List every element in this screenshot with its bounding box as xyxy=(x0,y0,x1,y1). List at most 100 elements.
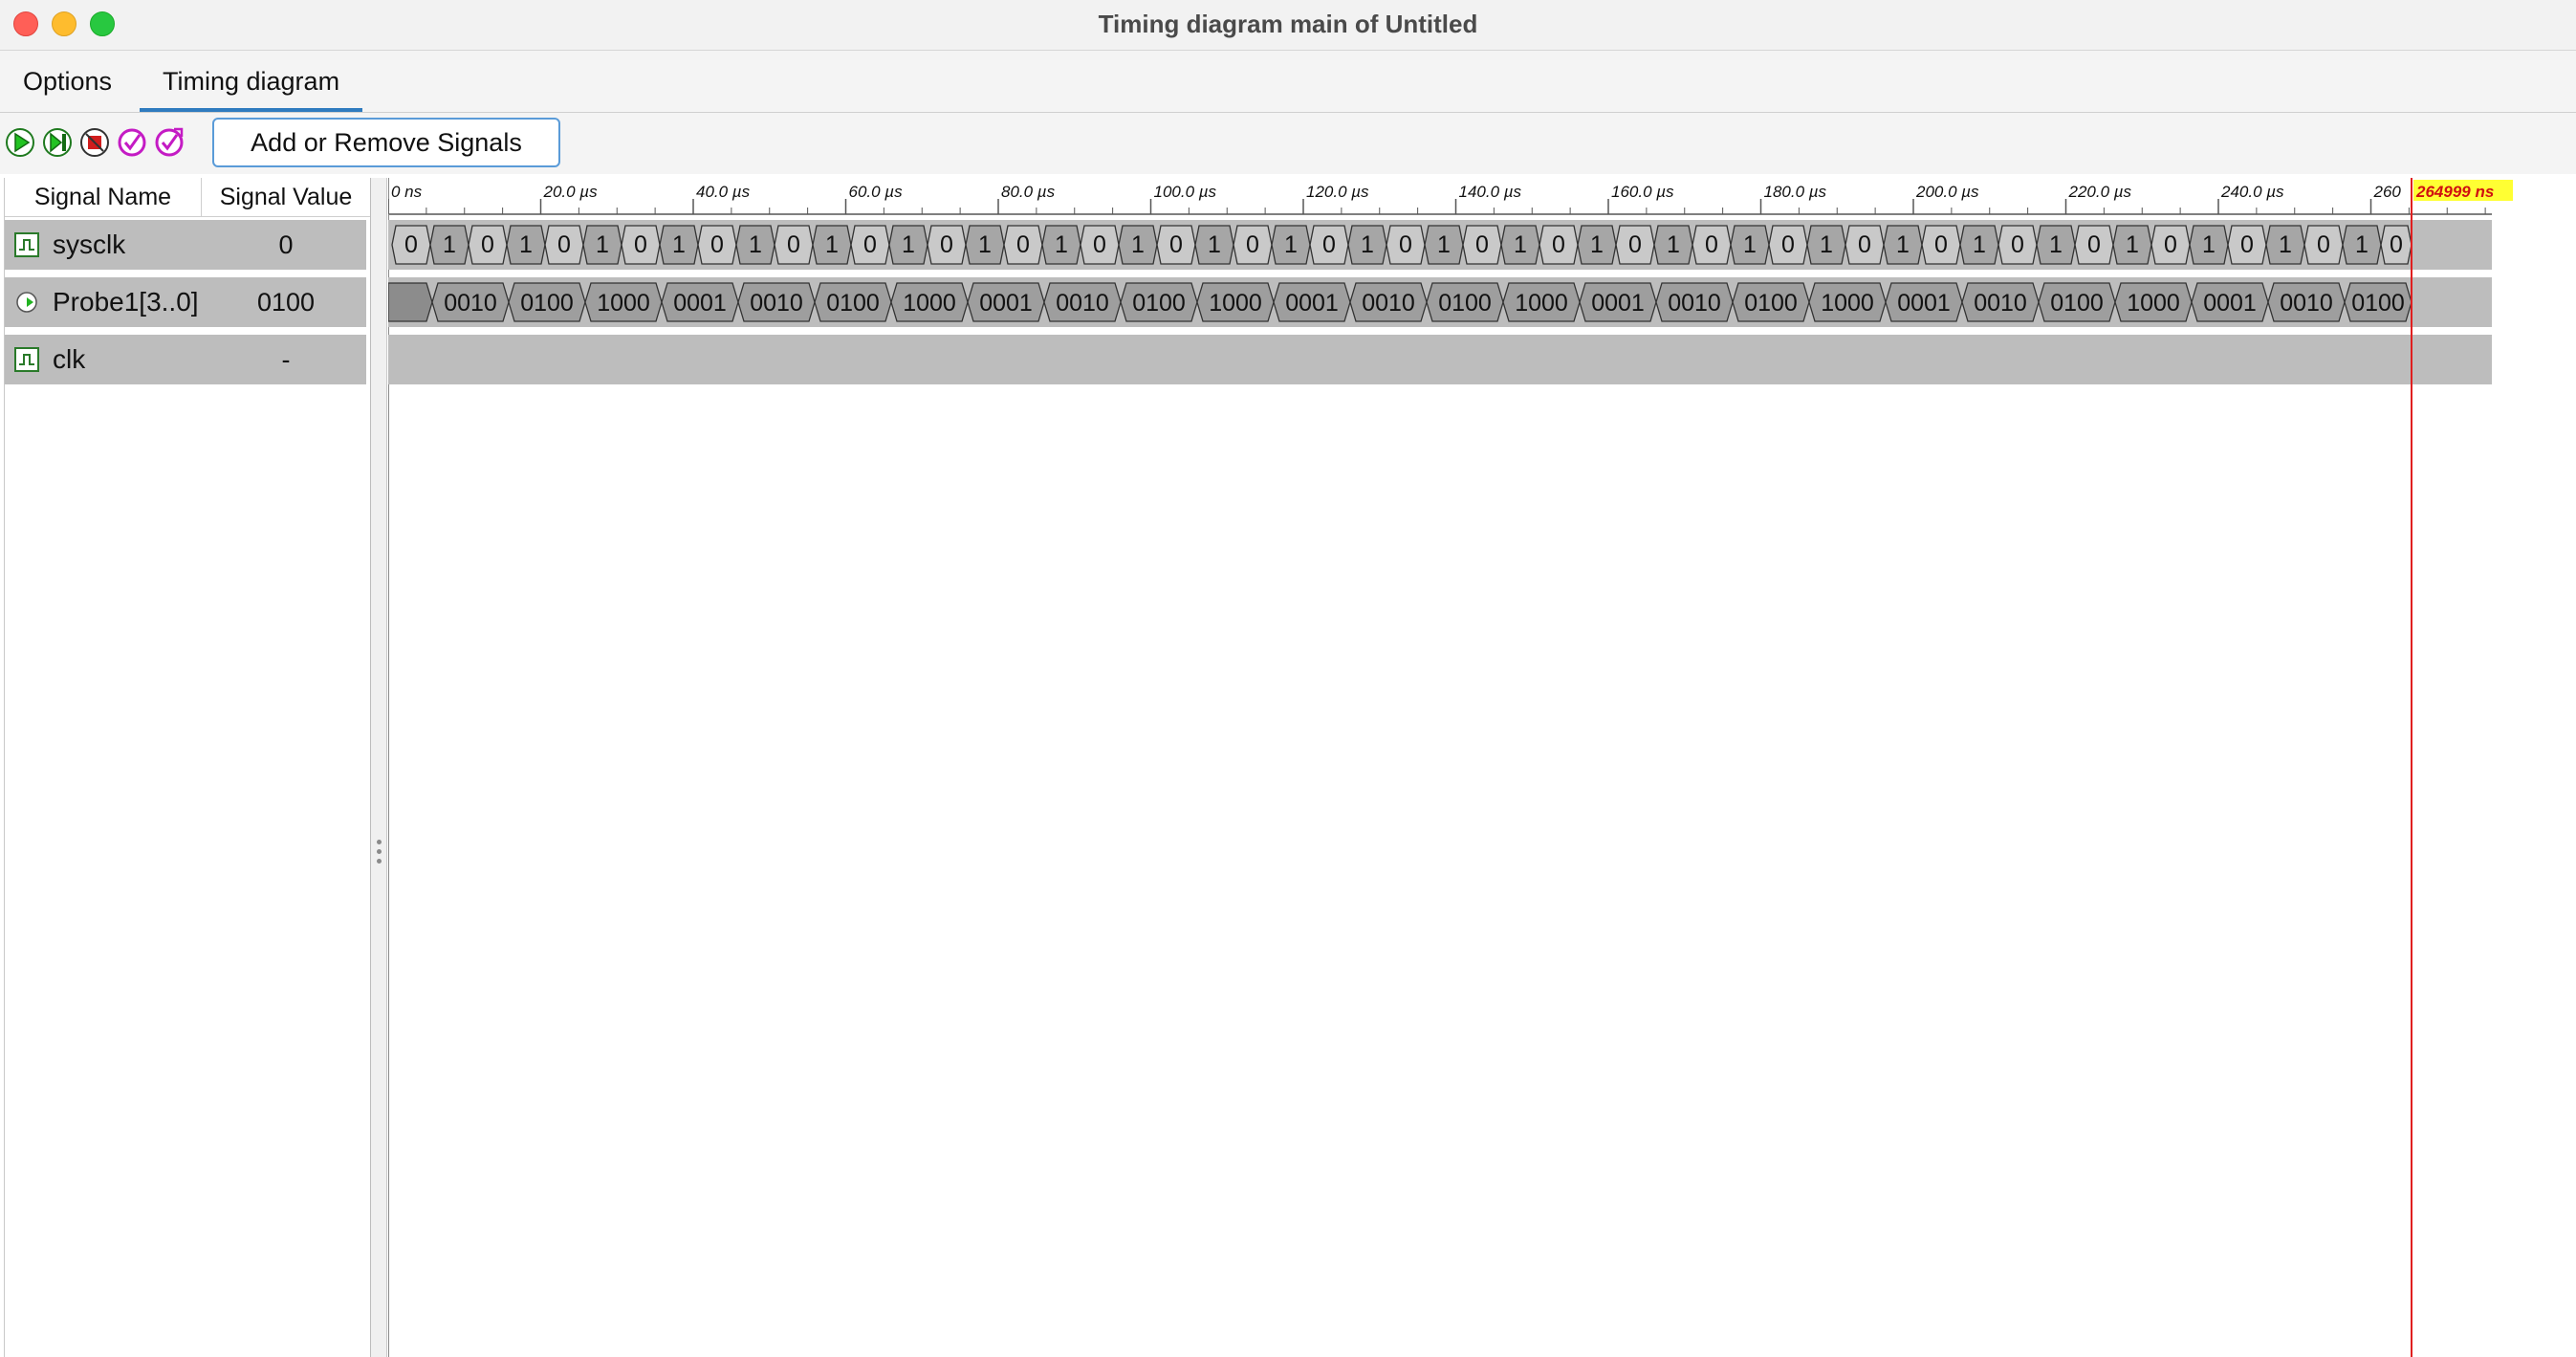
probe-value-label: 0100 xyxy=(1438,290,1492,317)
window-title: Timing diagram main of Untitled xyxy=(1098,10,1478,38)
probe-value-label: 0100 xyxy=(520,290,574,317)
sysclk-value-label: 0 xyxy=(557,231,571,258)
sysclk-value-label: 1 xyxy=(749,231,762,258)
sysclk-value-label: 0 xyxy=(1628,231,1642,258)
sysclk-value-label: 1 xyxy=(1590,231,1604,258)
sysclk-value-label: 0 xyxy=(863,231,877,258)
waveform-view[interactable]: 0 ns 20.0 µs 40.0 µs 60.0 µs 80.0 µs 100.0 µs… xyxy=(388,178,2576,1357)
probe-value-label: 0010 xyxy=(1974,290,2027,317)
sysclk-value-label: 1 xyxy=(1208,231,1221,258)
sysclk-value-label: 1 xyxy=(2049,231,2063,258)
step-icon[interactable] xyxy=(41,126,74,159)
sysclk-value-label: 1 xyxy=(519,231,533,258)
probe-value-label: 1000 xyxy=(1515,290,1568,317)
sysclk-value-label: 0 xyxy=(787,231,800,258)
probe-value-label: 0100 xyxy=(2050,290,2104,317)
ruler-tick-label: 240.0 µs xyxy=(2220,183,2284,201)
sysclk-value-label: 1 xyxy=(1055,231,1068,258)
signal-row-probe1[interactable]: Probe1[3..0] 0100 xyxy=(5,277,366,327)
sysclk-value-label: 0 xyxy=(481,231,494,258)
sysclk-value-label: 0 xyxy=(634,231,647,258)
probe-value-label: 0010 xyxy=(1056,290,1109,317)
sysclk-value-label: 0 xyxy=(1093,231,1106,258)
waveform-row-bg xyxy=(388,335,2492,384)
sysclk-value-label: 1 xyxy=(1361,231,1374,258)
signal-value: 0 xyxy=(278,230,294,259)
ruler-tick-label: 220.0 µs xyxy=(2068,183,2132,201)
probe-value-label: 0001 xyxy=(1591,290,1645,317)
waveform-canvas[interactable]: 0 ns 20.0 µs 40.0 µs 60.0 µs 80.0 µs 100.0 µs… xyxy=(388,178,2576,1357)
timing-window: Timing diagram main of Untitled Options … xyxy=(0,0,2576,1357)
signal-row-clk[interactable]: clk - xyxy=(5,335,366,384)
ruler-tick-label: 260 xyxy=(2373,183,2402,201)
sysclk-value-label: 1 xyxy=(1973,231,1986,258)
column-header-signal-name[interactable]: Signal Name xyxy=(5,178,202,217)
ruler-tick-label: 160.0 µs xyxy=(1611,183,1674,201)
sysclk-value-label: 1 xyxy=(2126,231,2139,258)
sysclk-value-label: 1 xyxy=(1514,231,1527,258)
sysclk-value-label: 0 xyxy=(1399,231,1412,258)
sysclk-value-label: 0 xyxy=(2087,231,2101,258)
probe-initial-cell xyxy=(388,282,433,322)
panel-splitter[interactable] xyxy=(371,178,387,1357)
probe-value-label: 1000 xyxy=(1821,290,1874,317)
sysclk-value-label: 0 xyxy=(1858,231,1871,258)
sysclk-value-label: 1 xyxy=(2355,231,2369,258)
sysclk-value-label: 0 xyxy=(1552,231,1565,258)
splitter-grip xyxy=(377,859,382,864)
probe-value-label: 0010 xyxy=(1362,290,1415,317)
run-icon[interactable] xyxy=(4,126,36,159)
probe-value-label: 0001 xyxy=(2203,290,2257,317)
ruler-tick-label: 0 ns xyxy=(391,183,423,201)
sysclk-value-label: 0 xyxy=(710,231,724,258)
probe-icon xyxy=(16,292,37,313)
sysclk-value-label: 1 xyxy=(2279,231,2292,258)
signal-value: - xyxy=(281,345,291,374)
probe-value-label: 0100 xyxy=(1744,290,1798,317)
sysclk-value-label: 1 xyxy=(672,231,686,258)
probe-value-label: 0010 xyxy=(2280,290,2333,317)
splitter-grip xyxy=(377,840,382,844)
sysclk-value-label: 0 xyxy=(2164,231,2177,258)
sysclk-value-label: 0 xyxy=(404,231,418,258)
probe-value-label: 1000 xyxy=(597,290,650,317)
tab-timing-diagram[interactable]: Timing diagram xyxy=(140,51,363,112)
sysclk-value-label: 0 xyxy=(1781,231,1795,258)
probe-value-label: 0010 xyxy=(444,290,497,317)
probe-value-label: 1000 xyxy=(2127,290,2180,317)
tab-options[interactable]: Options xyxy=(0,51,135,112)
signal-row-sysclk[interactable]: sysclk 0 xyxy=(5,220,366,270)
probe-value-label: 1000 xyxy=(1209,290,1262,317)
ruler-tick-label: 120.0 µs xyxy=(1306,183,1369,201)
sysclk-value-label: 0 xyxy=(2240,231,2254,258)
probe-value-label: 0100 xyxy=(1132,290,1186,317)
stop-icon[interactable] xyxy=(78,126,111,159)
sysclk-value-label: 1 xyxy=(596,231,609,258)
trigger-reset-icon[interactable] xyxy=(153,126,186,159)
sysclk-value-label: 0 xyxy=(2390,231,2403,258)
add-remove-signals-button[interactable]: Add or Remove Signals xyxy=(212,118,560,167)
sysclk-value-label: 0 xyxy=(1322,231,1336,258)
trigger-icon[interactable] xyxy=(116,126,148,159)
sysclk-value-label: 0 xyxy=(1934,231,1948,258)
ruler-tick-label: 140.0 µs xyxy=(1459,183,1522,201)
probe-value-label: 0010 xyxy=(750,290,803,317)
sysclk-value-label: 1 xyxy=(978,231,992,258)
sysclk-value-label: 0 xyxy=(2317,231,2330,258)
sysclk-value-label: 0 xyxy=(1246,231,1259,258)
sysclk-value-label: 1 xyxy=(1743,231,1757,258)
sysclk-value-label: 1 xyxy=(1820,231,1833,258)
sysclk-value-label: 0 xyxy=(1705,231,1718,258)
probe-value-label: 0001 xyxy=(673,290,727,317)
signal-name: sysclk xyxy=(53,230,126,259)
sysclk-value-label: 1 xyxy=(902,231,915,258)
ruler-tick-label: 100.0 µs xyxy=(1154,183,1217,201)
sysclk-value-label: 0 xyxy=(1169,231,1183,258)
column-header-signal-value[interactable]: Signal Value xyxy=(202,178,370,217)
sysclk-value-label: 1 xyxy=(825,231,839,258)
signal-value: 0100 xyxy=(256,288,316,317)
ruler-tick-label: 20.0 µs xyxy=(543,183,599,201)
ruler-tick-label: 200.0 µs xyxy=(1915,183,1979,201)
sysclk-value-label: 1 xyxy=(2202,231,2216,258)
sysclk-value-label: 0 xyxy=(1016,231,1030,258)
